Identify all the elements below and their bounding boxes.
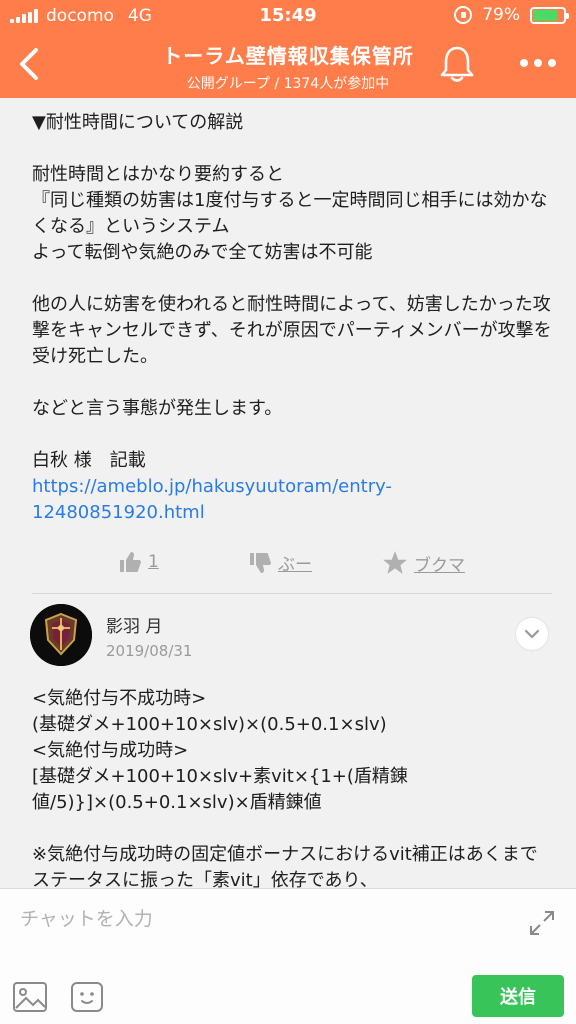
back-button[interactable] xyxy=(10,44,50,84)
status-bar: docomo 4G 15:49 79% xyxy=(0,0,576,32)
bookmark-button[interactable]: ブクマ xyxy=(382,550,465,576)
boo-button[interactable]: ぶー xyxy=(248,550,312,575)
comment-author[interactable]: 影羽 月 xyxy=(106,612,162,637)
comment-date: 2019/08/31 xyxy=(106,642,193,660)
send-button[interactable]: 送信 xyxy=(472,975,564,1017)
bell-icon xyxy=(440,46,474,82)
like-count: 1 xyxy=(148,552,159,572)
comment-menu-button[interactable] xyxy=(516,618,548,650)
more-button[interactable] xyxy=(516,48,560,78)
group-header: トーラム壁情報収集保管所 公開グループ / 1374人が参加中 xyxy=(0,32,576,98)
avatar[interactable] xyxy=(30,604,92,666)
chat-input[interactable] xyxy=(20,903,500,935)
group-title[interactable]: トーラム壁情報収集保管所 xyxy=(120,40,456,69)
reaction-bar: 1 ぶー ブクマ xyxy=(0,546,576,582)
expand-button[interactable] xyxy=(528,909,556,937)
bookmark-label: ブクマ xyxy=(414,555,465,576)
group-subtitle: 公開グループ / 1374人が参加中 xyxy=(186,76,390,92)
chat-input-bar: 送信 xyxy=(0,888,576,1024)
thumbs-up-icon xyxy=(120,552,141,572)
notification-button[interactable] xyxy=(438,44,476,84)
battery-percent: 79% xyxy=(482,5,520,25)
back-icon xyxy=(20,48,38,80)
sticker-icon xyxy=(71,982,103,1012)
divider xyxy=(32,593,552,594)
rotation-lock-icon xyxy=(454,6,473,24)
post-link[interactable]: https://ameblo.jp/hakusyuutoram/entry-12… xyxy=(32,474,552,526)
comment-body: <気絶付与不成功時> (基礎ダメ+100+10×slv)×(0.5+0.1×sl… xyxy=(32,688,538,888)
shield-emblem-icon xyxy=(30,604,92,666)
battery-icon xyxy=(530,6,569,24)
boo-label: ぶー xyxy=(278,555,312,575)
chevron-down-icon xyxy=(524,629,540,639)
post-text: ▼耐性時間についての解説 耐性時間とはかなり要約すると 『同じ種類の妨害は1度付… xyxy=(32,112,552,471)
star-icon xyxy=(383,551,407,574)
attach-image-button[interactable] xyxy=(12,981,48,1013)
image-icon xyxy=(13,982,47,1012)
more-icon xyxy=(520,59,528,67)
comment-header: 影羽 月 2019/08/31 xyxy=(30,604,550,668)
post-message: ▼耐性時間についての解説 耐性時間とはかなり要約すると 『同じ種類の妨害は1度付… xyxy=(32,110,552,526)
like-button[interactable]: 1 xyxy=(118,550,159,574)
post-content[interactable]: ▼耐性時間についての解説 耐性時間とはかなり要約すると 『同じ種類の妨害は1度付… xyxy=(0,98,576,888)
sticker-button[interactable] xyxy=(70,981,104,1013)
expand-icon xyxy=(530,911,554,935)
thumbs-down-icon xyxy=(250,552,271,573)
